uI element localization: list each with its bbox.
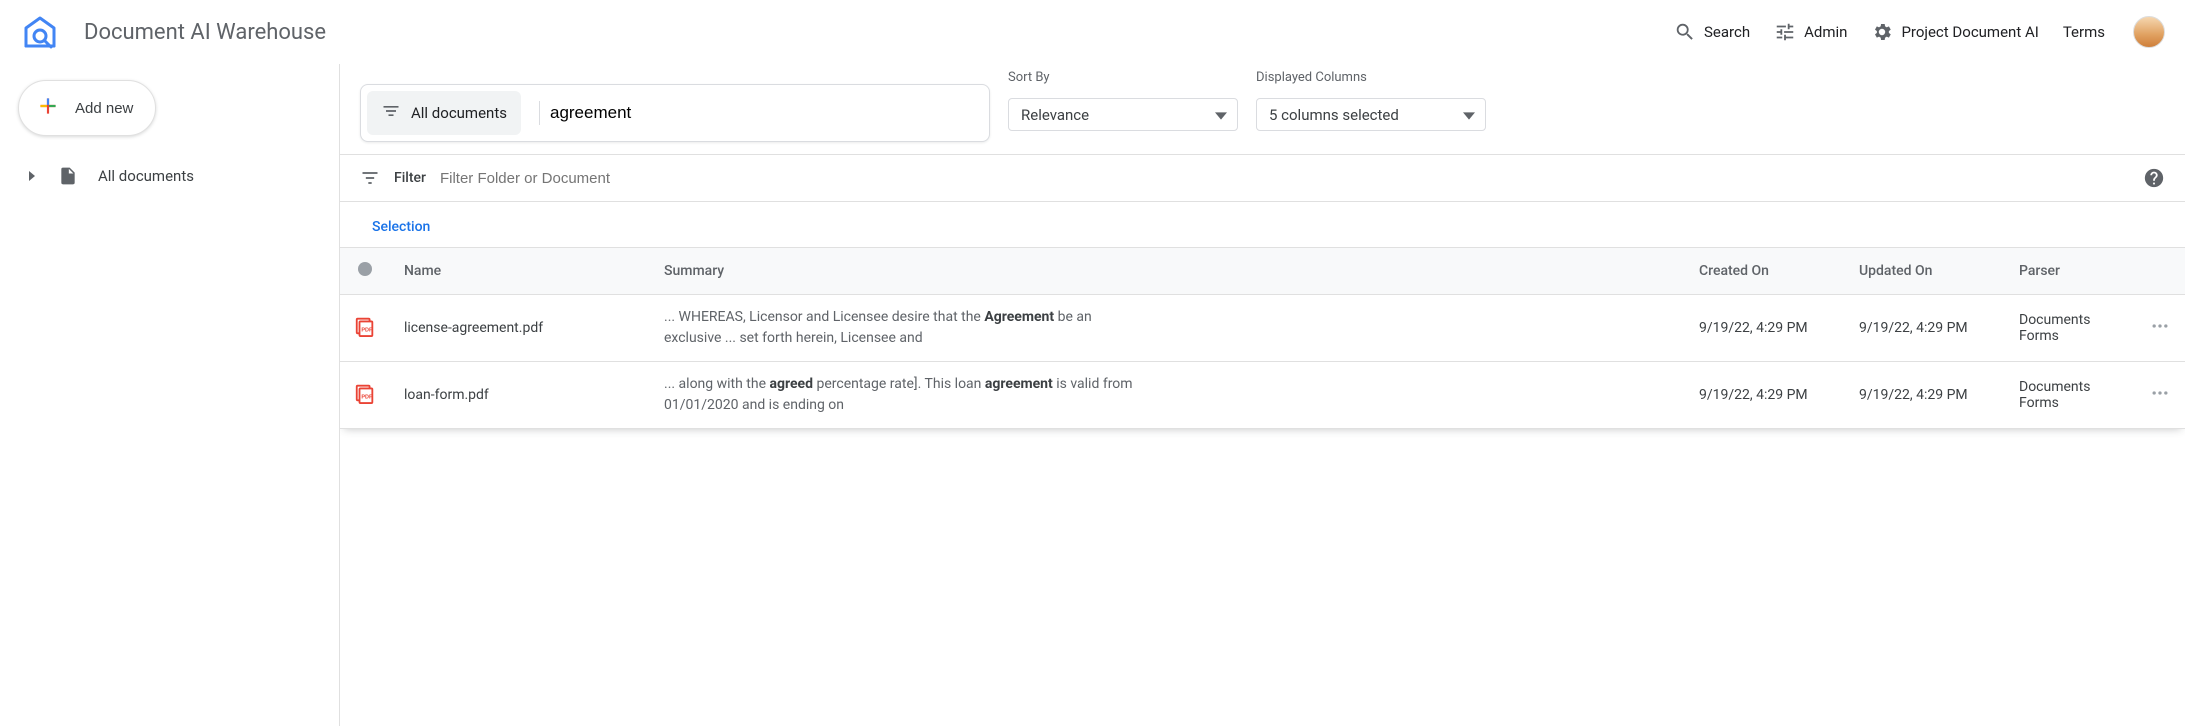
tab-bar: Selection <box>340 202 2185 247</box>
column-header-name[interactable]: Name <box>390 248 650 295</box>
app-header: Document AI Warehouse Search Admin Proje… <box>0 0 2185 64</box>
chevron-right-icon <box>26 171 38 181</box>
add-new-button[interactable]: Add new <box>18 80 156 136</box>
help-icon[interactable] <box>2143 167 2165 189</box>
displayed-columns-dropdown[interactable]: 5 columns selected <box>1256 98 1486 131</box>
sort-by-label: Sort By <box>1008 70 1050 85</box>
sidebar: Add new All documents <box>0 64 340 726</box>
filter-input[interactable] <box>440 170 2129 187</box>
admin-nav-label: Admin <box>1804 23 1847 41</box>
row-summary: ... along with the agreed percentage rat… <box>664 374 1144 416</box>
terms-nav-button[interactable]: Terms <box>2051 15 2117 49</box>
search-nav-button[interactable]: Search <box>1662 13 1762 51</box>
column-header-created[interactable]: Created On <box>1685 248 1845 295</box>
row-parser: Documents Forms <box>2005 362 2135 429</box>
main-content: All documents Sort By Relevance Displaye… <box>340 64 2185 726</box>
filter-bar: Filter <box>340 154 2185 202</box>
column-header-parser[interactable]: Parser <box>2005 248 2135 295</box>
search-input[interactable] <box>539 101 979 125</box>
sort-by-value: Relevance <box>1021 106 1089 124</box>
terms-nav-label: Terms <box>2063 23 2105 41</box>
search-icon <box>1674 21 1696 43</box>
admin-nav-button[interactable]: Admin <box>1762 13 1859 51</box>
displayed-columns-label: Displayed Columns <box>1256 70 1367 85</box>
project-nav-button[interactable]: Project Document AI <box>1859 13 2050 51</box>
row-parser: Documents Forms <box>2005 295 2135 362</box>
table-row[interactable]: PDF license-agreement.pdf ... WHEREAS, L… <box>340 295 2185 362</box>
displayed-columns-value: 5 columns selected <box>1269 106 1399 124</box>
row-more-button[interactable] <box>2135 362 2185 429</box>
row-more-button[interactable] <box>2135 295 2185 362</box>
filter-list-icon <box>381 101 401 125</box>
row-summary: ... WHEREAS, Licensor and Licensee desir… <box>664 307 1144 349</box>
sidebar-all-documents-label: All documents <box>98 167 194 185</box>
svg-text:PDF: PDF <box>361 395 373 401</box>
add-new-label: Add new <box>75 100 133 117</box>
plus-icon <box>35 93 61 123</box>
column-header-summary[interactable]: Summary <box>650 248 1685 295</box>
filter-label: Filter <box>394 170 426 186</box>
gear-icon <box>1871 21 1893 43</box>
column-header-updated[interactable]: Updated On <box>1845 248 2005 295</box>
project-nav-label: Project Document AI <box>1901 23 2038 41</box>
document-icon <box>58 166 78 186</box>
app-logo-icon <box>20 12 60 52</box>
search-nav-label: Search <box>1704 23 1750 41</box>
pdf-icon: PDF <box>354 315 376 337</box>
column-header-actions <box>2135 248 2185 295</box>
row-created: 9/19/22, 4:29 PM <box>1685 362 1845 429</box>
pdf-icon: PDF <box>354 382 376 404</box>
select-all-header[interactable] <box>340 248 390 295</box>
caret-down-icon <box>1463 107 1475 126</box>
sidebar-item-all-documents[interactable]: All documents <box>12 156 327 196</box>
search-bar[interactable]: All documents <box>360 84 990 142</box>
row-created: 9/19/22, 4:29 PM <box>1685 295 1845 362</box>
row-name: license-agreement.pdf <box>404 320 543 336</box>
app-title: Document AI Warehouse <box>84 20 326 45</box>
tune-icon <box>1774 21 1796 43</box>
row-updated: 9/19/22, 4:29 PM <box>1845 295 2005 362</box>
tab-selection[interactable]: Selection <box>372 219 430 235</box>
avatar[interactable] <box>2133 16 2165 48</box>
sort-by-dropdown[interactable]: Relevance <box>1008 98 1238 131</box>
row-name: loan-form.pdf <box>404 387 489 403</box>
search-scope-chip[interactable]: All documents <box>367 91 521 135</box>
search-scope-label: All documents <box>411 104 507 122</box>
table-row[interactable]: PDF loan-form.pdf ... along with the agr… <box>340 362 2185 429</box>
row-updated: 9/19/22, 4:29 PM <box>1845 362 2005 429</box>
caret-down-icon <box>1215 107 1227 126</box>
results-table: Name Summary Created On Updated On Parse… <box>340 247 2185 726</box>
filter-icon <box>360 168 380 188</box>
svg-text:PDF: PDF <box>361 328 373 334</box>
